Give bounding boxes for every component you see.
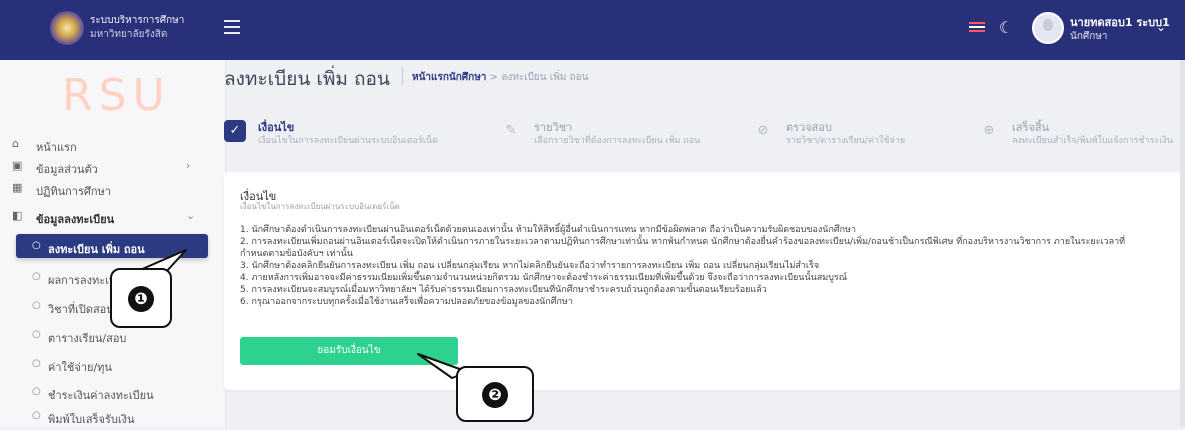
callout-number: ❶ — [128, 286, 154, 312]
callout-1: ❶ — [110, 268, 172, 328]
callout-pointer — [139, 249, 469, 379]
callout-2: ❷ — [456, 366, 534, 422]
callout-number: ❷ — [482, 382, 508, 408]
